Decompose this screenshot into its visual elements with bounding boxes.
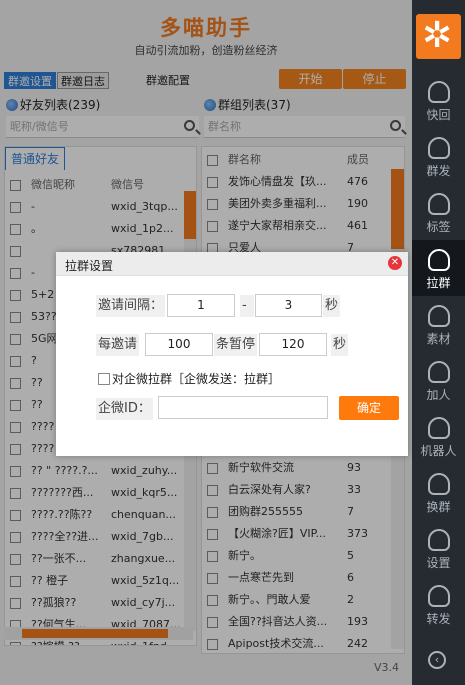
sidebar-item-pull-group[interactable]: 拉群: [412, 240, 465, 296]
sidebar-item-label: 拉群: [426, 276, 451, 290]
confirm-button[interactable]: 确定: [339, 396, 399, 420]
sidebar-item-label: 标签: [426, 220, 451, 234]
switch-group-icon: [427, 473, 450, 495]
interval-dash: -: [240, 295, 254, 317]
wecom-id-input[interactable]: [158, 396, 328, 419]
pull-group-settings-dialog: 拉群设置 ✕ 邀请间隔： 1 - 3 秒 每邀请 100 条暂停 120 秒 对…: [56, 252, 408, 456]
wecom-checkbox-label[interactable]: 对企微拉群［企微发送：拉群］: [112, 370, 280, 387]
sidebar-item-label: 换群: [426, 500, 451, 514]
pause-label: 条暂停: [214, 334, 258, 356]
sidebar-item-robot[interactable]: 机器人: [412, 408, 465, 464]
sidebar-item-label: 加人: [426, 388, 451, 402]
sidebar-item-material[interactable]: 素材: [412, 296, 465, 352]
sidebar-item-label: 设置: [426, 556, 451, 570]
sidebar-item-label: 快回: [426, 108, 451, 122]
interval-label: 邀请间隔：: [96, 295, 166, 317]
sidebar-item-tag[interactable]: 标签: [412, 184, 465, 240]
material-icon: [427, 305, 450, 327]
per-invite-input[interactable]: 100: [145, 333, 213, 356]
interval-unit: 秒: [323, 295, 341, 317]
sidebar-item-switch-group[interactable]: 换群: [412, 464, 465, 520]
pull-group-icon: [427, 249, 450, 271]
close-icon[interactable]: ✕: [388, 256, 402, 270]
robot-icon: [427, 417, 450, 439]
sidebar-item-label: 转发: [426, 612, 451, 626]
app-logo: ✲: [416, 14, 461, 59]
sidebar-item-label: 群发: [426, 164, 451, 178]
dialog-titlebar: 拉群设置 ✕: [56, 252, 408, 276]
sidebar-item-label: 素材: [426, 332, 451, 346]
add-user-icon: [427, 361, 450, 383]
sidebar-item-settings[interactable]: 设置: [412, 520, 465, 576]
forward-icon: [427, 585, 450, 607]
interval-to-input[interactable]: 3: [255, 294, 322, 317]
sidebar-item-label: 机器人: [420, 444, 457, 458]
wecom-checkbox[interactable]: [98, 373, 110, 385]
settings-icon: [427, 529, 450, 551]
back-icon[interactable]: ‹: [428, 651, 446, 669]
sidebar-item-user-reply[interactable]: 快回: [412, 72, 465, 128]
tag-icon: [427, 193, 450, 215]
user-group-icon: [427, 137, 450, 159]
interval-from-input[interactable]: 1: [167, 294, 235, 317]
per-invite-label: 每邀请: [96, 334, 140, 356]
asterisk-logo-icon: ✲: [422, 15, 453, 56]
user-reply-icon: [427, 81, 450, 103]
wecom-id-label: 企微ID：: [96, 398, 153, 420]
sidebar-item-user-group[interactable]: 群发: [412, 128, 465, 184]
pause-unit: 秒: [331, 334, 349, 356]
sidebar-item-add-user[interactable]: 加人: [412, 352, 465, 408]
pause-seconds-input[interactable]: 120: [259, 333, 327, 356]
sidebar-item-forward[interactable]: 转发: [412, 576, 465, 632]
dialog-title: 拉群设置: [65, 259, 114, 273]
